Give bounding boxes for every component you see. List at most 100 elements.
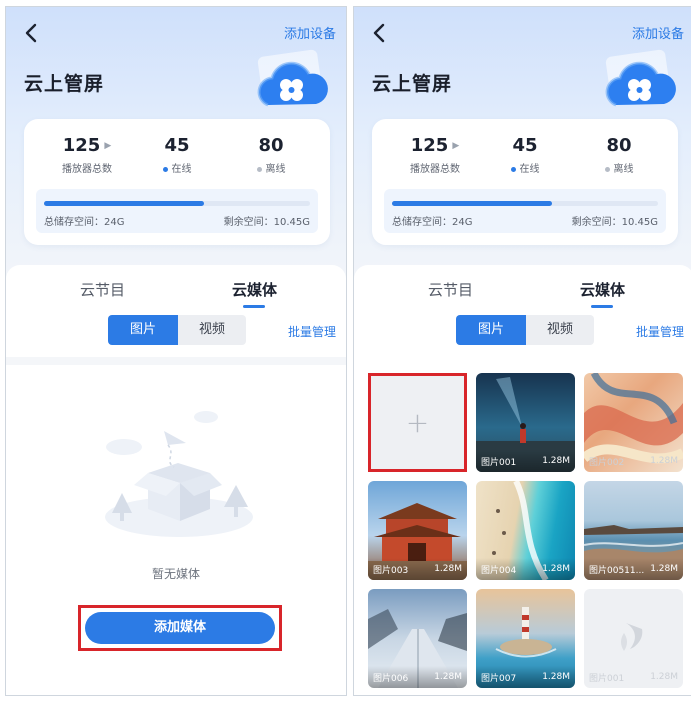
batch-manage-link[interactable]: 批量管理 — [636, 323, 684, 340]
media-tile[interactable]: 图片007 1.28M — [476, 589, 575, 688]
media-size: 1.28M — [542, 672, 570, 682]
content-panel: 云节目 云媒体 图片 视频 批量管理 + 图片001 1.28M 图片002 1… — [354, 265, 691, 695]
media-caption: 图片001 1.28M — [584, 666, 683, 688]
media-name: 图片001 — [589, 673, 625, 684]
media-tile[interactable]: 图片00511... 1.28M — [584, 481, 683, 580]
media-size: 1.28M — [650, 456, 678, 466]
content-panel: 云节目 云媒体 图片 视频 批量管理 暂无媒体 添加媒体 — [6, 265, 346, 695]
media-size: 1.28M — [650, 672, 678, 682]
active-tab-indicator — [243, 305, 265, 308]
media-caption: 图片002 1.28M — [584, 450, 683, 472]
storage-progress-fill — [392, 201, 552, 206]
phone-screen-empty: 添加设备 云上管屏 125 ▶ 播放器总数 45 在线 80 离线 总储存空间：… — [5, 6, 347, 696]
stat-offline: 80 离线 — [586, 135, 652, 175]
comparison-stage: 添加设备 云上管屏 125 ▶ 播放器总数 45 在线 80 离线 总储存空间：… — [0, 0, 691, 702]
media-tile[interactable]: 图片004 1.28M — [476, 481, 575, 580]
stat-total-value: 125 — [62, 135, 101, 156]
storage-total-label: 总储存空间：24G — [392, 217, 473, 228]
storage-remaining-label: 剩余空间：10.45G — [571, 217, 658, 228]
storage-panel: 总储存空间：24G 剩余空间：10.45G — [36, 189, 318, 233]
stat-online-label: 在线 — [171, 164, 192, 175]
stat-online-value: 45 — [164, 135, 190, 156]
stat-total-label: 播放器总数 — [62, 164, 112, 175]
stat-online-value: 45 — [512, 135, 538, 156]
media-name: 图片004 — [481, 565, 517, 576]
page-title: 云上管屏 — [24, 73, 105, 95]
media-name: 图片007 — [481, 673, 517, 684]
cloud-logo-icon — [605, 49, 676, 107]
add-device-link[interactable]: 添加设备 — [284, 23, 336, 42]
segment-video[interactable]: 视频 — [526, 315, 594, 345]
media-caption: 图片001 1.28M — [476, 450, 575, 472]
media-caption: 图片004 1.28M — [476, 558, 575, 580]
stat-offline-label: 离线 — [613, 164, 634, 175]
add-media-highlight: 添加媒体 — [78, 605, 282, 651]
online-dot-icon — [510, 166, 516, 172]
storage-remaining-label: 剩余空间：10.45G — [223, 217, 310, 228]
stat-online-label: 在线 — [519, 164, 540, 175]
media-tile[interactable]: 图片001 1.28M — [476, 373, 575, 472]
empty-state-text: 暂无媒体 — [151, 567, 200, 581]
triangle-right-icon: ▶ — [452, 141, 460, 151]
media-size: 1.28M — [434, 564, 462, 574]
stat-total[interactable]: 125 ▶ 播放器总数 — [398, 135, 472, 175]
tab-cloud-media[interactable]: 云媒体 — [580, 279, 625, 300]
stats-card: 125 ▶ 播放器总数 45 在线 80 离线 总储存空间：24G 剩余空间：10… — [372, 119, 678, 245]
media-size: 1.28M — [542, 564, 570, 574]
add-device-link[interactable]: 添加设备 — [632, 23, 684, 42]
plus-icon: + — [405, 406, 430, 439]
tab-cloud-program[interactable]: 云节目 — [428, 279, 473, 300]
phone-screen-grid: 添加设备 云上管屏 125 ▶ 播放器总数 45 在线 80 离线 总储存空间：… — [353, 6, 691, 696]
media-tile[interactable]: 图片003 1.28M — [368, 481, 467, 580]
media-caption: 图片00511... 1.28M — [584, 558, 683, 580]
media-name: 图片006 — [373, 673, 409, 684]
media-name: 图片00511... — [589, 565, 645, 576]
stat-online: 45 在线 — [492, 135, 558, 175]
segment-image[interactable]: 图片 — [456, 315, 526, 345]
batch-manage-link[interactable]: 批量管理 — [288, 323, 336, 340]
segment-video[interactable]: 视频 — [178, 315, 246, 345]
active-tab-indicator — [591, 305, 613, 308]
storage-progress-bar — [392, 201, 658, 206]
media-tile[interactable]: 图片001 1.28M — [584, 589, 683, 688]
media-size: 1.28M — [434, 672, 462, 682]
cloud-logo-icon — [257, 49, 328, 107]
storage-panel: 总储存空间：24G 剩余空间：10.45G — [384, 189, 666, 233]
add-media-button[interactable]: 添加媒体 — [85, 612, 275, 644]
back-icon[interactable] — [24, 23, 38, 43]
media-size: 1.28M — [542, 456, 570, 466]
media-caption: 图片006 1.28M — [368, 666, 467, 688]
section-divider — [6, 357, 346, 365]
stat-total-label: 播放器总数 — [410, 164, 460, 175]
offline-dot-icon — [256, 166, 262, 172]
media-name: 图片002 — [589, 457, 625, 468]
stat-total[interactable]: 125 ▶ 播放器总数 — [50, 135, 124, 175]
triangle-right-icon: ▶ — [104, 141, 112, 151]
media-tile[interactable]: 图片002 1.28M — [584, 373, 683, 472]
stat-offline-value: 80 — [258, 135, 284, 156]
media-caption: 图片003 1.28M — [368, 558, 467, 580]
media-name: 图片001 — [481, 457, 517, 468]
media-size: 1.28M — [650, 564, 678, 574]
stat-total-value: 125 — [410, 135, 449, 156]
tab-cloud-media[interactable]: 云媒体 — [232, 279, 277, 300]
storage-progress-fill — [44, 201, 204, 206]
stat-offline-value: 80 — [606, 135, 632, 156]
online-dot-icon — [162, 166, 168, 172]
stat-offline: 80 离线 — [238, 135, 304, 175]
stats-card: 125 ▶ 播放器总数 45 在线 80 离线 总储存空间：24G 剩余空间：10… — [24, 119, 330, 245]
stat-online: 45 在线 — [144, 135, 210, 175]
empty-box-illustration-icon — [105, 411, 253, 537]
back-icon[interactable] — [372, 23, 386, 43]
storage-total-label: 总储存空间：24G — [44, 217, 125, 228]
media-name: 图片003 — [373, 565, 409, 576]
add-media-tile[interactable]: + — [368, 373, 467, 472]
media-tile[interactable]: 图片006 1.28M — [368, 589, 467, 688]
stat-offline-label: 离线 — [265, 164, 286, 175]
tab-cloud-program[interactable]: 云节目 — [80, 279, 125, 300]
segment-image[interactable]: 图片 — [108, 315, 178, 345]
media-caption: 图片007 1.28M — [476, 666, 575, 688]
page-title: 云上管屏 — [372, 73, 453, 95]
offline-dot-icon — [604, 166, 610, 172]
storage-progress-bar — [44, 201, 310, 206]
